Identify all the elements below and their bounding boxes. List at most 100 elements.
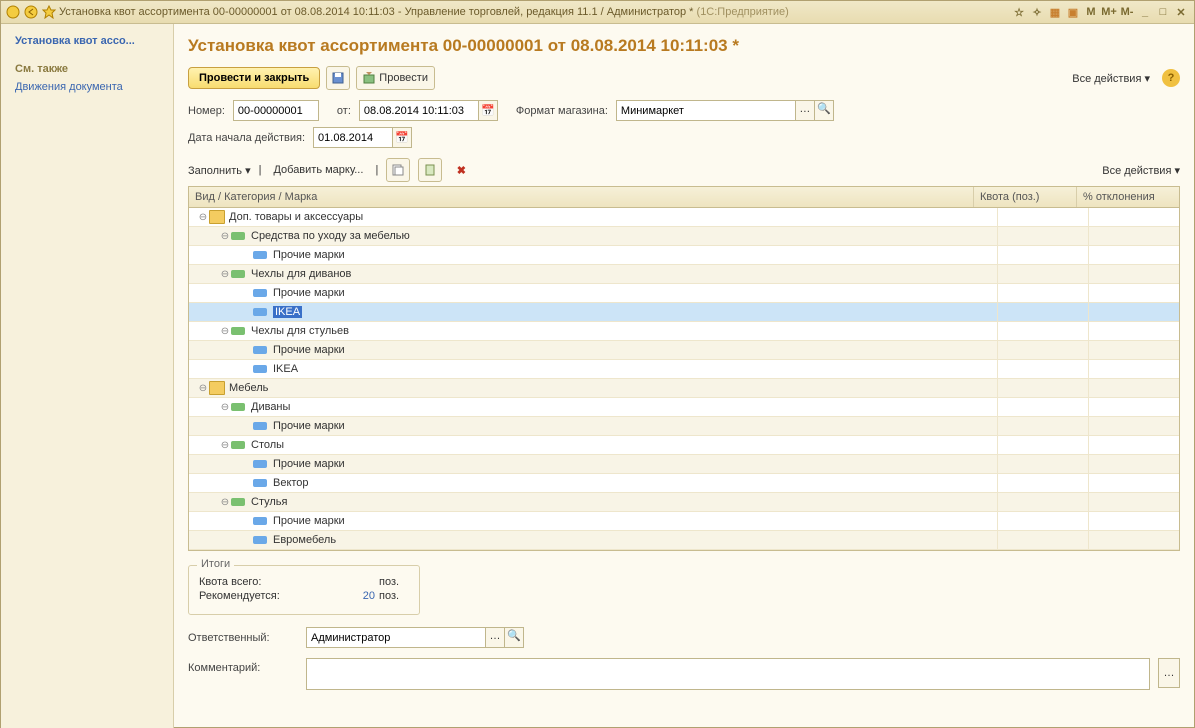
toggle-icon[interactable]: ⊖ [219,231,231,242]
titlebar-right: ☆ ✧ ▦ ▣ M M+ M- _ □ ✕ [1010,4,1190,20]
start-date-input[interactable] [313,127,393,148]
mminus-icon[interactable]: M- [1118,4,1136,20]
comment-expand-icon[interactable]: … [1158,658,1180,688]
sidebar-item-main[interactable]: Установка квот ассо... [1,32,173,50]
grid-header-quota[interactable]: Квота (поз.) [974,187,1077,207]
tree-grid[interactable]: Вид / Категория / Марка Квота (поз.) % о… [188,186,1180,551]
save-button[interactable] [326,66,350,90]
tree-row[interactable]: Евромебель [189,531,1179,550]
toggle-icon[interactable]: ⊖ [197,383,209,394]
category-icon [231,498,245,506]
category-icon [231,441,245,449]
tree-row[interactable]: ⊖ Средства по уходу за мебелью [189,227,1179,246]
sidebar-item-seealso[interactable]: См. также [1,60,173,78]
toggle-icon[interactable]: ⊖ [219,440,231,451]
paste-icon[interactable] [418,158,442,182]
tree-row[interactable]: IKEA [189,360,1179,379]
sidebar-item-movements[interactable]: Движения документа [1,78,173,96]
tree-row[interactable]: Вектор [189,474,1179,493]
window-title: Установка квот ассортимента 00-00000001 … [59,6,1010,18]
mplus-icon[interactable]: M+ [1100,4,1118,20]
recommended-value: 20 [345,590,375,602]
tree-row[interactable]: Прочие марки [189,246,1179,265]
fav-add-icon[interactable]: ☆ [1010,4,1028,20]
tree-row[interactable]: ⊖Стулья [189,493,1179,512]
all-actions-dropdown[interactable]: Все действия ▾ [1072,72,1150,85]
grid-header-category[interactable]: Вид / Категория / Марка [189,187,974,207]
tree-row[interactable]: ⊖ Доп. товары и аксессуары [189,208,1179,227]
tree-row[interactable]: Прочие марки [189,341,1179,360]
calendar-from-icon[interactable]: 📅 [479,100,498,121]
row-label: Чехлы для диванов [251,268,351,280]
tree-row[interactable]: ⊖Столы [189,436,1179,455]
toolbar-main: Провести и закрыть Провести Все действия… [188,66,1180,90]
tree-row[interactable]: IKEA [189,303,1179,322]
back-icon[interactable] [23,4,39,20]
minimize-icon[interactable]: _ [1136,4,1154,20]
row-label: Прочие марки [273,249,345,261]
label-format: Формат магазина: [516,105,608,117]
post-and-close-button[interactable]: Провести и закрыть [188,67,320,89]
tree-row[interactable]: ⊖ Чехлы для диванов [189,265,1179,284]
m-icon[interactable]: M [1082,4,1100,20]
responsible-select-icon[interactable]: … [486,627,505,648]
tree-row[interactable]: Прочие марки [189,512,1179,531]
grid-all-actions-dropdown[interactable]: Все действия ▾ [1102,164,1180,177]
maximize-icon[interactable]: □ [1154,4,1172,20]
tree-row[interactable]: ⊖Чехлы для стульев [189,322,1179,341]
close-icon[interactable]: ✕ [1172,4,1190,20]
recommended-label: Рекомендуется: [199,590,280,602]
label-from: от: [337,105,351,117]
quota-total-label: Квота всего: [199,576,261,588]
delete-icon[interactable]: ✖ [450,159,472,181]
fill-dropdown[interactable]: Заполнить ▾ [188,164,251,177]
toggle-icon[interactable]: ⊖ [219,269,231,280]
calendar-start-icon[interactable]: 📅 [393,127,412,148]
star-icon[interactable] [41,4,57,20]
tree-row[interactable]: Прочие марки [189,284,1179,303]
main-panel: Установка квот ассортимента 00-00000001 … [174,24,1194,728]
tree-row[interactable]: ⊖ Мебель [189,379,1179,398]
brand-icon [253,289,267,297]
toggle-icon[interactable]: ⊖ [219,497,231,508]
row-label: Мебель [229,382,268,394]
category-icon [231,403,245,411]
row-label: Доп. товары и аксессуары [229,211,363,223]
row-label: Средства по уходу за мебелью [251,230,410,242]
tree-row[interactable]: Прочие марки [189,417,1179,436]
brand-icon [253,517,267,525]
calendar-icon[interactable]: ▣ [1064,4,1082,20]
titlebar: Установка квот ассортимента 00-00000001 … [1,1,1194,24]
label-responsible: Ответственный: [188,632,298,644]
store-format-search-icon[interactable]: 🔍 [815,100,834,121]
label-start-date: Дата начала действия: [188,132,305,144]
tree-row[interactable]: Прочие марки [189,455,1179,474]
quota-total-unit: поз. [379,576,409,588]
add-brand-button[interactable]: Добавить марку... [269,162,367,178]
brand-icon [253,422,267,430]
brand-icon [253,536,267,544]
fav-icon[interactable]: ✧ [1028,4,1046,20]
post-button[interactable]: Провести [356,66,435,90]
calc-icon[interactable]: ▦ [1046,4,1064,20]
quota-total-value [345,576,375,588]
toggle-icon[interactable]: ⊖ [219,402,231,413]
toggle-icon[interactable]: ⊖ [197,212,209,223]
help-icon[interactable]: ? [1162,69,1180,87]
responsible-input[interactable] [306,627,486,648]
store-format-select-icon[interactable]: … [796,100,815,121]
comment-input[interactable] [306,658,1150,690]
app-window: Установка квот ассортимента 00-00000001 … [0,0,1195,728]
store-format-input[interactable] [616,100,796,121]
tree-row[interactable]: ⊖Диваны [189,398,1179,417]
date-from-input[interactable] [359,100,479,121]
responsible-search-icon[interactable]: 🔍 [505,627,524,648]
row-label: Прочие марки [273,515,345,527]
grid-header-deviation[interactable]: % отклонения [1077,187,1179,207]
copy-icon[interactable] [386,158,410,182]
row-label: Прочие марки [273,420,345,432]
toggle-icon[interactable]: ⊖ [219,326,231,337]
number-input[interactable] [233,100,319,121]
page-title: Установка квот ассортимента 00-00000001 … [188,36,1180,56]
brand-icon [253,346,267,354]
